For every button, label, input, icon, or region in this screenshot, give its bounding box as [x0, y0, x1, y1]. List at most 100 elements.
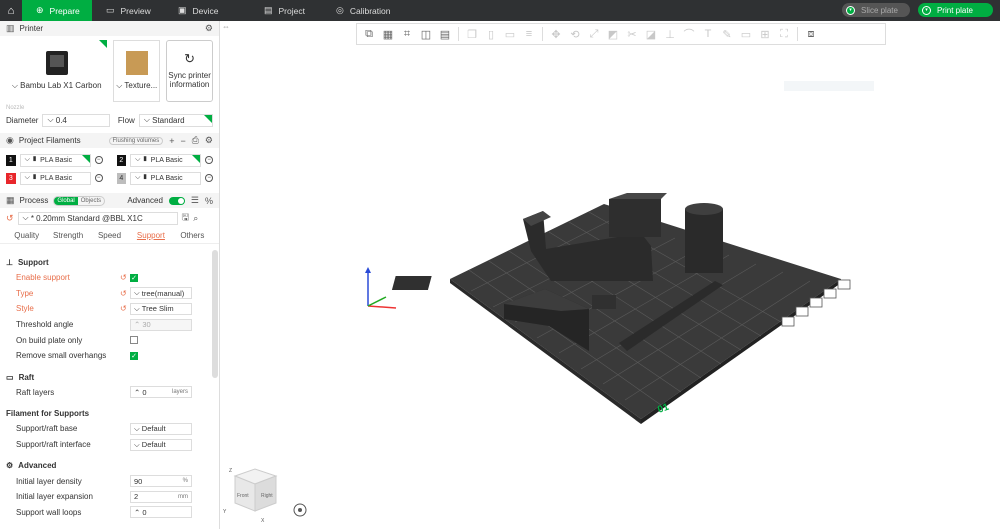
global-objects-switch[interactable]: Global Objects [53, 195, 106, 206]
sync-printer-button[interactable]: ↻ Sync printer information [166, 40, 213, 102]
plate-slice-icon[interactable] [781, 316, 795, 327]
remove-filament-icon[interactable]: − [205, 156, 213, 164]
build-plate-only-checkbox[interactable] [130, 336, 138, 345]
tab-speed[interactable]: Speed [89, 231, 130, 240]
plate-selector[interactable]: ⌵ Texture... [113, 40, 161, 102]
gear-icon[interactable]: ⚙ [205, 135, 213, 146]
zoom-fit-icon[interactable] [293, 503, 307, 517]
model-box[interactable] [609, 199, 661, 237]
filament-number[interactable]: 2 [116, 154, 127, 166]
spool-icon: ◉ [6, 135, 14, 145]
plate-settings-icon[interactable] [795, 306, 809, 317]
reset-icon[interactable]: ↺ [6, 213, 14, 224]
group-raft: ▭ Raft [6, 372, 35, 382]
tab-support[interactable]: Support [130, 231, 171, 240]
dropdown-icon[interactable]: ▾ [921, 5, 931, 15]
filament-number[interactable]: 3 [6, 172, 16, 184]
model-cylinder-top[interactable] [685, 203, 723, 215]
filament-select-3[interactable]: ⌵ ▮ PLA Basic [19, 171, 91, 185]
support-wall-loops-input[interactable]: ⌃ 0 [130, 506, 192, 519]
tab-project[interactable]: ▤ Project [250, 0, 322, 21]
remove-icon[interactable]: − [180, 136, 185, 146]
support-interface-select[interactable]: ⌵ Default [130, 438, 192, 451]
printer-selector[interactable]: ⌵ Bambu Lab X1 Carbon [6, 40, 108, 102]
remove-small-overhangs-checkbox[interactable]: ✓ [130, 351, 138, 360]
tab-others[interactable]: Others [172, 231, 213, 240]
chevron-down-icon: ⌵ [134, 439, 142, 449]
cube-icon: ⊕ [36, 5, 44, 15]
dropdown-icon[interactable]: ▾ [846, 5, 856, 15]
diameter-select[interactable]: ⌵ 0.4 [42, 113, 110, 127]
process-tabs: Quality Strength Speed Support Others [0, 228, 219, 244]
compare-icon[interactable]: % [205, 196, 213, 206]
initial-layer-density-input[interactable]: 90% [130, 475, 192, 488]
tab-quality[interactable]: Quality [6, 231, 47, 240]
option-enable-support: Enable support ↺ ✓ [16, 273, 138, 283]
home-icon[interactable]: ⌂ [0, 0, 22, 21]
filament-number[interactable]: 4 [116, 172, 127, 184]
plate-arrange-icon[interactable] [809, 297, 823, 308]
option-remove-small-overhangs: Remove small overhangs ✓ [16, 351, 138, 361]
tab-prepare[interactable]: ⊕ Prepare [22, 0, 92, 21]
flushing-volumes-button[interactable]: Flushing volumes [108, 136, 164, 145]
flow-select[interactable]: ⌵ Standard [138, 113, 213, 127]
process-preset-select[interactable]: ⌵ * 0.20mm Standard @BBL X1C [17, 211, 178, 225]
tab-device[interactable]: ▣ Device [164, 0, 250, 21]
reset-icon[interactable]: ↺ [120, 273, 127, 282]
model-box-top[interactable] [609, 193, 667, 199]
filament-select-1[interactable]: ⌵ ▮ PLA Basic [19, 153, 91, 167]
type-select[interactable]: ⌵ tree(manual) [130, 287, 192, 300]
model-small-clip[interactable] [592, 295, 616, 309]
spinner-icon: ⌃ [134, 320, 143, 330]
add-icon[interactable]: + [169, 136, 174, 146]
option-support-base: Support/raft base ⌵ Default [0, 421, 212, 437]
print-plate-button[interactable]: ▾ Print plate [917, 3, 993, 17]
remove-filament-icon[interactable]: − [94, 174, 103, 182]
save-icon[interactable]: 🖫 [182, 210, 190, 226]
style-select[interactable]: ⌵ Tree Slim [130, 302, 192, 315]
plate-lock-icon[interactable] [837, 279, 851, 290]
global-pill[interactable]: Global [54, 196, 78, 205]
objects-pill[interactable]: Objects [78, 197, 104, 205]
sync-ams-icon[interactable]: ⎙ [192, 135, 199, 146]
tab-preview[interactable]: ▭ Preview [92, 0, 164, 21]
chevron-down-icon: ⌵ ▮ [24, 156, 38, 163]
diameter-label: Diameter [6, 115, 39, 125]
zoom-fit-icon-dot[interactable] [298, 508, 302, 512]
support-base-select[interactable]: ⌵ Default [130, 422, 192, 435]
modified-flag-icon [204, 114, 212, 123]
option-style: Style ↺ ⌵ Tree Slim [0, 301, 212, 317]
tab-calibration[interactable]: ◎ Calibration [322, 0, 405, 21]
filament-select-4[interactable]: ⌵ ▮ PLA Basic [130, 171, 202, 185]
scene-canvas[interactable]: 01 Front Right Z X Y [221, 21, 1000, 529]
gear-icon[interactable]: ⚙ [205, 23, 213, 34]
raft-layers-input[interactable]: ⌃ 0 layers [130, 386, 192, 399]
remove-filament-icon[interactable]: − [94, 156, 103, 164]
view-cube-axis-z: Z [229, 468, 232, 474]
advanced-toggle[interactable] [168, 196, 185, 205]
threshold-angle-input[interactable]: ⌃ 30 [130, 318, 192, 331]
filament-select-2[interactable]: ⌵ ▮ PLA Basic [130, 153, 202, 167]
advanced-label: Advanced [127, 196, 163, 205]
option-support-interface: Support/raft interface ⌵ Default [0, 437, 212, 453]
model-cylinder[interactable] [685, 209, 723, 273]
list-icon[interactable]: ☰ [191, 195, 199, 206]
reset-icon[interactable]: ↺ [120, 289, 127, 298]
tab-strength[interactable]: Strength [47, 231, 88, 240]
search-icon[interactable]: ⌕ [193, 213, 198, 224]
process-section-header: ▦ Process Global Objects Advanced ☰ % [0, 193, 219, 208]
model-small-block[interactable] [391, 276, 432, 290]
filaments-section-header: ◉ Project Filaments Flushing volumes + −… [0, 133, 219, 148]
reset-icon[interactable]: ↺ [120, 304, 127, 313]
remove-filament-icon[interactable]: − [205, 174, 213, 182]
view-cube[interactable]: Front Right Z X Y [223, 468, 278, 524]
slice-plate-button[interactable]: ▾ Slice plate [842, 3, 910, 17]
option-initial-layer-density: Initial layer density 90% [0, 473, 212, 489]
option-threshold-angle: Threshold angle ⌃ 30 [0, 317, 212, 333]
filament-number[interactable]: 1 [6, 154, 16, 166]
3d-viewport[interactable]: ⇔ ⧉ ▦ ⌗ ◫ ▤ ❐ ▯ ▭ ≡ ✥ ⟲ ⤢ ◩ ✂ ◪ ⊥ ⌒ T ✎ … [221, 21, 1000, 529]
plate-auto-orient-icon[interactable] [823, 288, 837, 299]
enable-support-checkbox[interactable]: ✓ [130, 273, 138, 282]
settings-scrollbar[interactable] [212, 250, 218, 378]
initial-layer-expansion-input[interactable]: 2 mm [130, 490, 192, 503]
